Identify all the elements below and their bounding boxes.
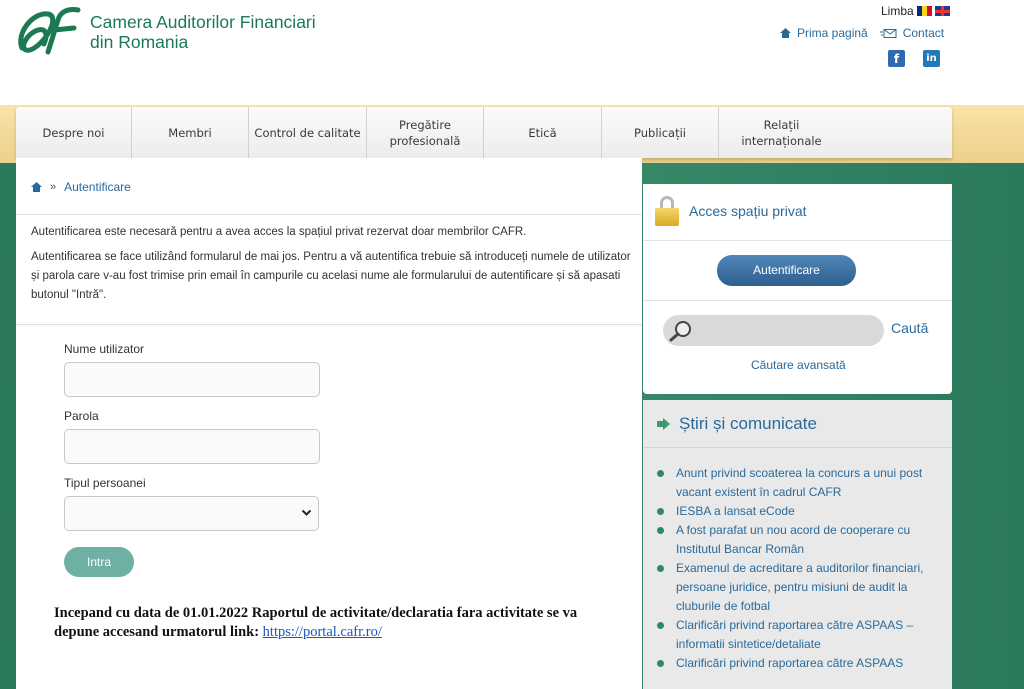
org-name[interactable]: Camera Auditorilor Financiari din Romani… xyxy=(90,12,316,52)
news-item[interactable]: Anunt privind scoaterea la concurs a unu… xyxy=(657,464,942,502)
divider xyxy=(643,240,952,241)
password-label: Parola xyxy=(64,409,99,423)
social-links: f in xyxy=(888,50,940,67)
chevron-down-icon xyxy=(301,509,312,516)
person-type-label: Tipul persoanei xyxy=(64,476,146,490)
facebook-icon[interactable]: f xyxy=(888,50,905,67)
lock-icon xyxy=(655,196,679,226)
person-type-select[interactable] xyxy=(64,496,319,531)
org-name-line2: din Romania xyxy=(90,32,189,52)
divider xyxy=(16,324,642,325)
news-item[interactable]: IESBA a lansat eCode xyxy=(657,502,942,521)
nav-item-despre-noi[interactable]: Despre noi xyxy=(16,107,132,158)
language-switcher: Limba xyxy=(881,4,950,18)
contact-link[interactable]: Contact xyxy=(879,26,945,40)
divider xyxy=(16,214,642,215)
news-item[interactable]: A fost parafat un nou acord de cooperare… xyxy=(657,521,942,559)
password-input[interactable] xyxy=(64,429,320,464)
nav-item-pregatire[interactable]: Pregătire profesională xyxy=(367,107,484,158)
portal-link[interactable]: https://portal.cafr.ro/ xyxy=(263,624,382,640)
advanced-search-link[interactable]: Căutare avansată xyxy=(751,358,846,372)
home-link[interactable]: Prima pagină xyxy=(780,26,868,40)
submit-button[interactable]: Intra xyxy=(64,547,134,577)
search-button[interactable]: Caută xyxy=(891,320,928,336)
news-list: Anunt privind scoaterea la concurs a unu… xyxy=(657,464,942,673)
envelope-icon xyxy=(879,28,897,38)
org-name-line1: Camera Auditorilor Financiari xyxy=(90,12,316,32)
home-link-label: Prima pagină xyxy=(797,26,868,40)
login-form: Nume utilizator Parola Tipul persoanei I… xyxy=(64,342,320,577)
divider xyxy=(643,300,952,301)
search-icon xyxy=(669,321,691,342)
romanian-flag-icon[interactable] xyxy=(916,6,932,16)
breadcrumb-current: Autentificare xyxy=(64,180,131,194)
intro-paragraph-2: Autentificarea se face utilizând formula… xyxy=(31,251,631,301)
news-item[interactable]: Examenul de acreditare a auditorilor fin… xyxy=(657,559,942,616)
main-content: » Autentificare Autentificarea este nece… xyxy=(16,158,642,689)
username-label: Nume utilizator xyxy=(64,342,145,356)
news-panel: Știri și comunicate Anunt privind scoate… xyxy=(643,400,952,689)
nav-item-membri[interactable]: Membri xyxy=(132,107,249,158)
nav-item-control-calitate[interactable]: Control de calitate xyxy=(249,107,367,158)
arrow-right-icon xyxy=(657,417,670,430)
news-item[interactable]: Clarificări privind raportarea către ASP… xyxy=(657,616,942,654)
top-links: Prima pagină Contact xyxy=(780,26,944,40)
intro-text: Autentificarea este necesară pentru a av… xyxy=(31,223,631,311)
home-icon[interactable] xyxy=(31,182,42,192)
auth-button[interactable]: Autentificare xyxy=(717,255,856,286)
language-label: Limba xyxy=(881,4,914,18)
cafr-logo-icon[interactable] xyxy=(14,4,88,58)
home-icon xyxy=(780,28,791,38)
breadcrumb-separator: » xyxy=(50,181,57,193)
search-input[interactable] xyxy=(663,315,884,346)
nav-item-publicatii[interactable]: Publicații xyxy=(602,107,719,158)
username-input[interactable] xyxy=(64,362,320,397)
breadcrumb: » Autentificare xyxy=(31,180,131,194)
main-nav: Despre noi Membri Control de calitate Pr… xyxy=(16,107,952,158)
nav-item-etica[interactable]: Etică xyxy=(484,107,602,158)
news-header: Știri și comunicate xyxy=(643,400,952,448)
news-title[interactable]: Știri și comunicate xyxy=(679,414,817,434)
private-access-title: Acces spațiu privat xyxy=(689,203,807,219)
private-access-panel: Acces spațiu privat Autentificare Caută … xyxy=(643,184,952,394)
intro-paragraph-1: Autentificarea este necesară pentru a av… xyxy=(31,226,527,238)
news-item[interactable]: Clarificări privind raportarea către ASP… xyxy=(657,654,942,673)
portal-notice: Incepand cu data de 01.01.2022 Raportul … xyxy=(54,604,614,642)
contact-link-label: Contact xyxy=(902,26,945,40)
linkedin-icon[interactable]: in xyxy=(923,50,940,67)
english-flag-icon[interactable] xyxy=(934,6,950,16)
private-access-header: Acces spațiu privat xyxy=(655,196,807,226)
nav-item-relatii[interactable]: Relații internaționale xyxy=(719,107,852,158)
